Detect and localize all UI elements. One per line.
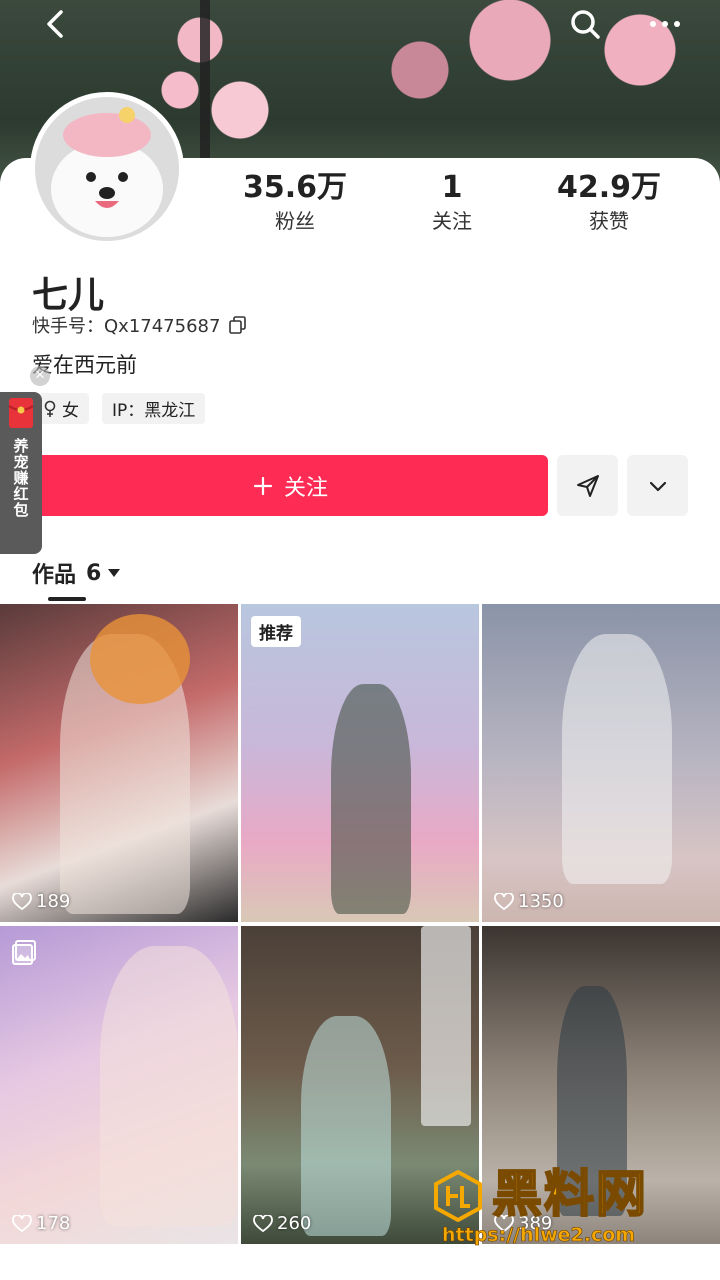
post-figure bbox=[562, 634, 672, 884]
avatar[interactable] bbox=[30, 92, 184, 246]
heart-icon bbox=[12, 1214, 32, 1232]
stat-label: 关注 bbox=[432, 209, 472, 233]
heart-icon bbox=[494, 892, 514, 910]
back-icon[interactable] bbox=[36, 4, 76, 44]
stat-likes[interactable]: 42.9万 获赞 bbox=[534, 170, 684, 236]
tab-indicator bbox=[48, 597, 86, 601]
ip-tag-label: IP：黑龙江 bbox=[112, 401, 196, 421]
close-icon[interactable]: ✕ bbox=[30, 366, 50, 386]
stat-following[interactable]: 1 关注 bbox=[377, 170, 527, 236]
more-options-button[interactable] bbox=[627, 455, 688, 516]
profile-stats: 35.6万 粉丝 1 关注 42.9万 获赞 bbox=[220, 170, 700, 240]
banner-decoration bbox=[200, 0, 210, 170]
stat-value: 1 bbox=[441, 170, 463, 205]
tiger-mask bbox=[90, 614, 190, 704]
watermark: 黑料网 https://hlwe2.com bbox=[432, 1164, 702, 1252]
watermark-title: 黑料网 bbox=[491, 1164, 648, 1224]
post-figure bbox=[331, 684, 411, 914]
stat-followers[interactable]: 35.6万 粉丝 bbox=[220, 170, 370, 236]
post-likes: 260 bbox=[253, 1213, 311, 1234]
post-likes: 178 bbox=[12, 1213, 70, 1234]
gallery-icon bbox=[12, 940, 36, 965]
copy-icon[interactable] bbox=[228, 315, 248, 335]
post-likes-count: 178 bbox=[36, 1213, 71, 1234]
post-likes: 1350 bbox=[494, 891, 564, 912]
profile-uid-row: 快手号：Qx17475687 bbox=[32, 312, 248, 338]
tab-works-count: 6 bbox=[86, 560, 102, 586]
tab-works[interactable]: 作品 6 bbox=[32, 557, 121, 589]
stat-label: 获赞 bbox=[589, 209, 629, 233]
heart-icon bbox=[253, 1214, 273, 1232]
post-likes: 189 bbox=[12, 891, 70, 912]
post-likes-count: 1350 bbox=[518, 891, 564, 912]
stat-label: 粉丝 bbox=[275, 209, 315, 233]
red-packet-icon bbox=[8, 398, 34, 428]
send-icon bbox=[576, 474, 599, 497]
post-tile[interactable]: 推荐 bbox=[241, 604, 479, 922]
tab-works-label: 作品 bbox=[32, 563, 77, 588]
tree-trunk bbox=[421, 926, 471, 1126]
post-likes-count: 189 bbox=[36, 891, 71, 912]
more-icon[interactable] bbox=[645, 4, 685, 44]
profile-uid: 快手号：Qx17475687 bbox=[32, 316, 221, 337]
chevron-down-icon bbox=[649, 481, 666, 491]
post-tile[interactable]: 1350 bbox=[482, 604, 720, 922]
avatar-image bbox=[35, 97, 179, 241]
ip-tag: IP：黑龙江 bbox=[102, 393, 206, 424]
share-button[interactable] bbox=[557, 455, 618, 516]
watermark-logo-icon bbox=[434, 1170, 482, 1222]
plus-icon bbox=[253, 476, 273, 495]
side-promo-label: 养宠赚红包 bbox=[11, 438, 30, 518]
posts-grid: 189 推荐 1350 178 260 389 bbox=[0, 604, 720, 1246]
gender-tag-label: 女 bbox=[62, 401, 79, 421]
search-icon[interactable] bbox=[565, 4, 605, 44]
follow-button-label: 关注 bbox=[283, 475, 328, 501]
post-tile[interactable]: 178 bbox=[0, 926, 238, 1244]
post-figure bbox=[301, 1016, 391, 1236]
side-promo[interactable]: 养宠赚红包 bbox=[0, 392, 42, 554]
post-figure bbox=[100, 946, 238, 1226]
profile-name: 七儿 bbox=[32, 275, 105, 316]
post-likes-count: 260 bbox=[277, 1213, 312, 1234]
heart-icon bbox=[12, 892, 32, 910]
watermark-url: https://hlwe2.com bbox=[442, 1224, 636, 1247]
caret-down-icon bbox=[108, 569, 121, 577]
female-icon bbox=[44, 400, 56, 417]
post-tile[interactable]: 189 bbox=[0, 604, 238, 922]
recommended-badge: 推荐 bbox=[251, 616, 301, 647]
follow-button[interactable]: 关注 bbox=[32, 455, 548, 516]
stat-value: 42.9万 bbox=[556, 170, 662, 205]
stat-value: 35.6万 bbox=[242, 170, 348, 205]
